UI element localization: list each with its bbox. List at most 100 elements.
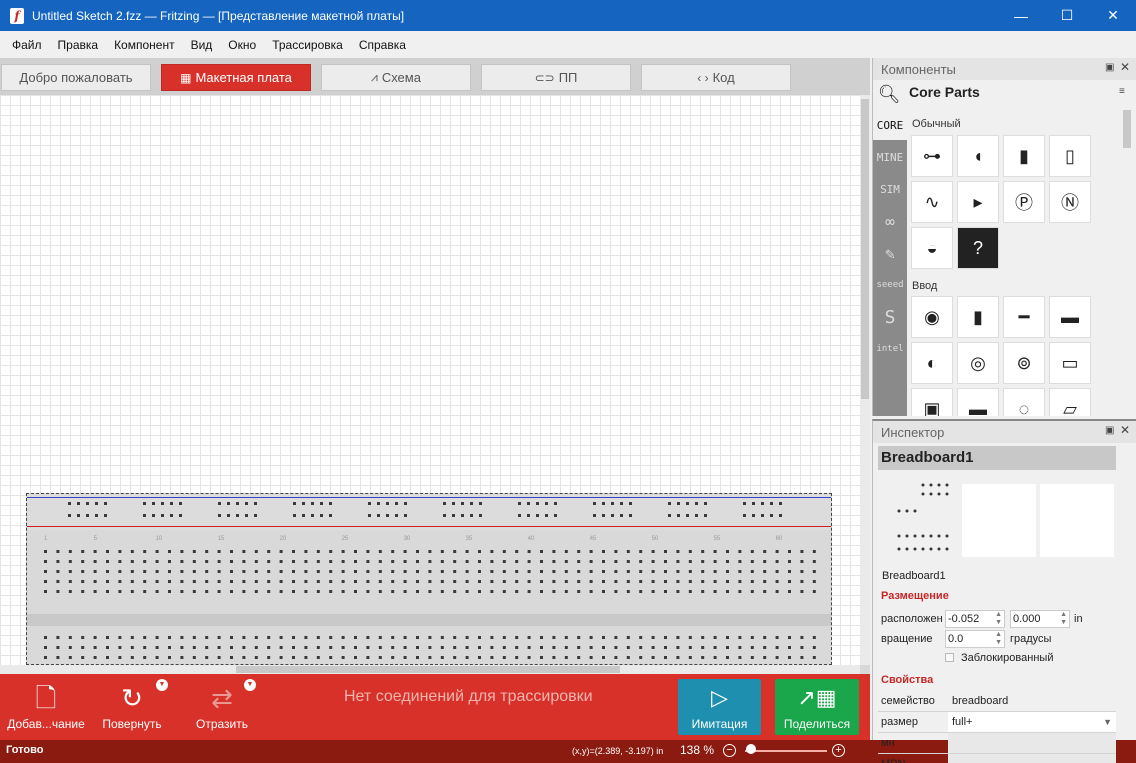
zoom-out-button[interactable]: −: [723, 744, 736, 757]
rotary-potentiometer-icon[interactable]: ◉: [911, 296, 953, 338]
knob-icon[interactable]: ◌: [1003, 388, 1045, 416]
flex-sensor-icon[interactable]: ▬: [1049, 296, 1091, 338]
minimize-button[interactable]: —: [998, 0, 1044, 31]
window-title: Untitled Sketch 2.fzz — Fritzing — [Пред…: [32, 8, 405, 23]
tab-pcb[interactable]: ⊂⊃ ПП: [481, 64, 631, 91]
parts-scrollbar[interactable]: [1122, 110, 1132, 412]
part-caption: Breadboard1: [882, 570, 946, 582]
bin-menu-icon[interactable]: ≡: [1119, 86, 1125, 97]
slide-switch-icon[interactable]: ▬: [957, 388, 999, 416]
menu-routing[interactable]: Трассировка: [264, 38, 351, 52]
bin-sparkfun[interactable]: S: [873, 302, 907, 332]
work-area: Добро пожаловать ▦ Макетная плата ⩘ Схем…: [0, 58, 870, 674]
location-x-value: -0.052: [948, 613, 980, 625]
tab-breadboard[interactable]: ▦ Макетная плата: [161, 64, 311, 91]
slider-icon[interactable]: ━: [1003, 296, 1045, 338]
bin-sim[interactable]: SIM: [873, 174, 907, 204]
location-x-input[interactable]: -0.052 ▲ ▼: [945, 610, 1005, 628]
spin-arrows-icon[interactable]: ▲ ▼: [1060, 611, 1067, 627]
location-y-input[interactable]: 0.000 ▲ ▼: [1010, 610, 1070, 628]
zoom-in-button[interactable]: +: [832, 744, 845, 757]
fet-transistor-icon[interactable]: ◒: [911, 227, 953, 269]
chevron-down-icon[interactable]: ▼: [244, 679, 256, 691]
diode-icon[interactable]: ▸: [957, 181, 999, 223]
tab-code[interactable]: ‹ › Код: [641, 64, 791, 91]
rotate-button[interactable]: ↻ Повернуть ▼: [100, 674, 168, 740]
switch-icon[interactable]: ▭: [1049, 342, 1091, 384]
resistor-icon[interactable]: ⊶: [911, 135, 953, 177]
electrolytic-capacitor-icon[interactable]: ▯: [1049, 135, 1091, 177]
inspector-panel: Инспектор ▣ ✕ Breadboard1 Breadboard1 Ра…: [872, 419, 1136, 763]
menu-file[interactable]: Файл: [4, 38, 50, 52]
locked-checkbox[interactable]: [945, 653, 954, 662]
menu-part[interactable]: Компонент: [106, 38, 183, 52]
bin-fritzing[interactable]: ✎: [873, 238, 907, 268]
prop-value[interactable]: [948, 733, 1116, 753]
scroll-thumb[interactable]: [236, 666, 620, 673]
menu-view[interactable]: Вид: [183, 38, 221, 52]
tab-welcome[interactable]: Добро пожаловать: [1, 64, 151, 91]
breadboard-part[interactable]: 1 5 10 15 20 25 30 35 40 45 50 55 60: [26, 493, 832, 665]
tab-schematic[interactable]: ⩘ Схема: [321, 64, 471, 91]
share-label: Поделиться: [783, 717, 851, 731]
spin-arrows-icon[interactable]: ▲ ▼: [995, 611, 1002, 627]
slide-potentiometer-icon[interactable]: ▮: [957, 296, 999, 338]
zoom-level: 138 %: [680, 743, 715, 757]
bottom-toolbar: 🗋 Добав...чание ↻ Повернуть ▼ ⇄ Отразить…: [0, 674, 870, 740]
breadboard-icon: ▦: [180, 70, 192, 85]
close-button[interactable]: ✕: [1090, 0, 1136, 31]
npn-transistor-icon[interactable]: Ⓝ: [1049, 181, 1091, 223]
inductor-icon[interactable]: ∿: [911, 181, 953, 223]
simulate-button[interactable]: ▷ Имитация ▼: [678, 679, 761, 735]
scroll-thumb[interactable]: [1123, 110, 1131, 148]
code-icon: ‹ ›: [697, 70, 709, 85]
zoom-slider[interactable]: [745, 750, 827, 752]
pnp-transistor-icon[interactable]: Ⓟ: [1003, 181, 1045, 223]
menu-window[interactable]: Окно: [220, 38, 264, 52]
zoom-slider-handle[interactable]: [746, 744, 756, 754]
button-part-icon[interactable]: ▣: [911, 388, 953, 416]
canvas-vertical-scrollbar[interactable]: [860, 95, 870, 665]
view-tabs: Добро пожаловать ▦ Макетная плата ⩘ Схем…: [0, 58, 870, 95]
bin-arduino[interactable]: ∞: [873, 206, 907, 236]
bin-intel[interactable]: intel: [873, 334, 907, 364]
breadboard-canvas[interactable]: 1 5 10 15 20 25 30 35 40 45 50 55 60: [0, 95, 860, 665]
flip-icon: ⇄: [211, 683, 233, 713]
spin-arrows-icon[interactable]: ▲ ▼: [995, 631, 1002, 647]
ceramic-capacitor-icon[interactable]: ◖: [957, 135, 999, 177]
undock-icon[interactable]: ▣: [1105, 62, 1114, 73]
rotary-encoder-icon[interactable]: ◎: [957, 342, 999, 384]
prop-key: размер: [881, 716, 918, 728]
tab-schematic-label: Схема: [381, 70, 421, 85]
maximize-button[interactable]: ☐: [1044, 0, 1090, 31]
close-icon[interactable]: ✕: [1120, 423, 1130, 437]
trimmer-icon[interactable]: ◐: [911, 342, 953, 384]
menu-edit[interactable]: Правка: [50, 38, 107, 52]
bin-core[interactable]: CORE: [873, 110, 907, 140]
rotation-value: 0.0: [948, 633, 964, 645]
bin-mine[interactable]: MINE: [873, 142, 907, 172]
undock-icon[interactable]: ▣: [1105, 425, 1114, 436]
document-icon: 🗋: [35, 683, 57, 713]
scroll-thumb[interactable]: [861, 99, 869, 399]
mystery-part-icon[interactable]: ?: [957, 227, 999, 269]
close-icon[interactable]: ✕: [1120, 60, 1130, 74]
search-icon[interactable]: 🔍︎: [873, 80, 905, 108]
prop-key: MPN: [881, 758, 905, 763]
canvas-horizontal-scrollbar[interactable]: [0, 665, 860, 674]
prop-value[interactable]: [948, 754, 1116, 763]
sensor-icon[interactable]: ▱: [1049, 388, 1091, 416]
tab-pcb-label: ПП: [558, 70, 578, 85]
dip-switch-icon[interactable]: ⊚: [1003, 342, 1045, 384]
size-dropdown[interactable]: full+ ▼: [948, 712, 1116, 732]
prop-row-size: размер full+ ▼: [878, 712, 1116, 733]
flip-button[interactable]: ⇄ Отразить ▼: [192, 674, 256, 740]
chevron-down-icon[interactable]: ▼: [1103, 712, 1112, 732]
menu-help[interactable]: Справка: [351, 38, 414, 52]
tantalum-capacitor-icon[interactable]: ▮: [1003, 135, 1045, 177]
chevron-down-icon[interactable]: ▼: [156, 679, 168, 691]
bin-seeed[interactable]: seeed: [873, 270, 907, 300]
share-button[interactable]: ↗▦ Поделиться: [775, 679, 859, 735]
add-note-button[interactable]: 🗋 Добав...чание: [6, 674, 86, 740]
rotation-input[interactable]: 0.0 ▲ ▼: [945, 630, 1005, 648]
